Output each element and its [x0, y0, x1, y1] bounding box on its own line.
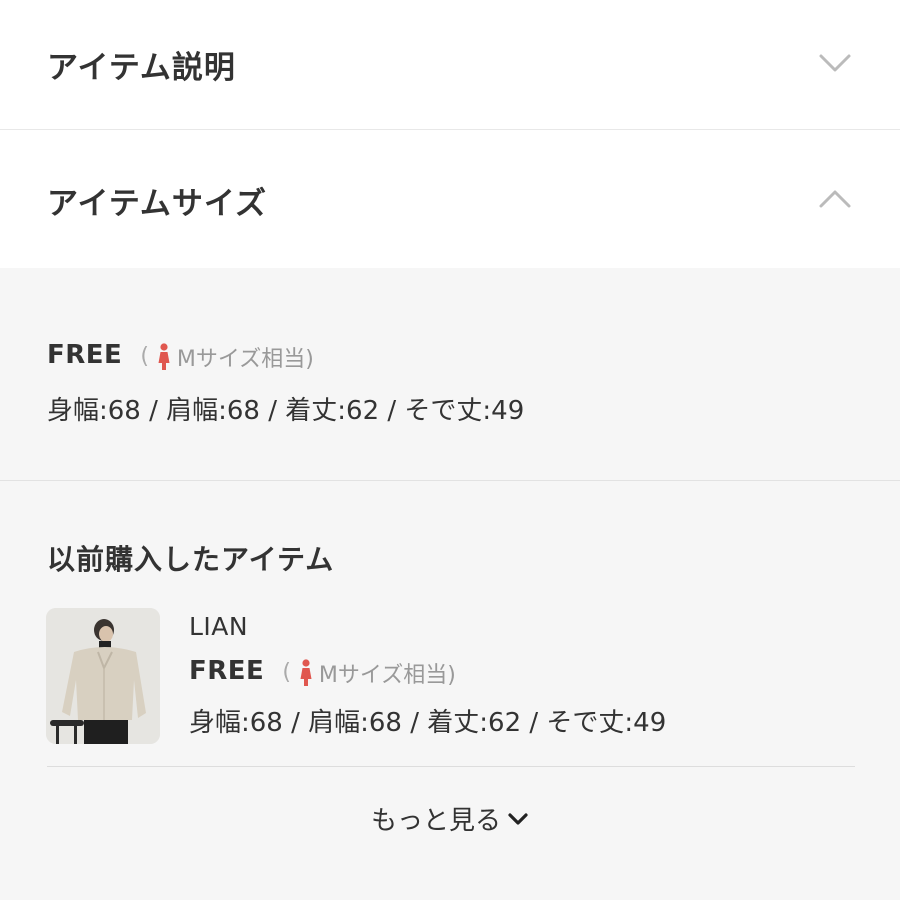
previous-size-equivalent: ( Mサイズ相当) — [282, 657, 456, 689]
previous-items-title: 以前購入したアイテム — [47, 543, 335, 576]
item-description-title: アイテム説明 — [47, 50, 236, 86]
equiv-open-paren: ( — [140, 344, 149, 369]
previous-size-equiv-text: Mサイズ相当) — [318, 662, 456, 688]
size-panel: FREE ( Mサイズ相当) 身幅:68 / 肩幅:68 / 着丈:62 / そ… — [0, 268, 900, 900]
size-equivalent: ( Mサイズ相当) — [140, 341, 314, 373]
size-equiv-text: Mサイズ相当) — [176, 346, 314, 372]
chevron-up-icon — [819, 190, 851, 208]
accordion-item-description[interactable]: アイテム説明 — [0, 0, 900, 130]
product-photo-image — [46, 608, 160, 744]
person-figure-icon — [158, 342, 170, 370]
size-measurements: 身幅:68 / 肩幅:68 / 着丈:62 / そで丈:49 — [47, 396, 525, 426]
chevron-down-icon — [819, 54, 851, 72]
previous-size-measurements: 身幅:68 / 肩幅:68 / 着丈:62 / そで丈:49 — [189, 708, 667, 738]
accordion-item-size[interactable]: アイテムサイズ — [0, 130, 900, 268]
product-brand: LIAN — [189, 612, 249, 641]
product-thumbnail[interactable] — [46, 608, 160, 744]
previous-size-label-row: FREE ( Mサイズ相当) — [189, 656, 456, 689]
divider — [47, 766, 855, 767]
size-name: FREE — [47, 340, 123, 370]
show-more-button[interactable]: もっと見る — [0, 800, 900, 837]
show-more-label: もっと見る — [370, 806, 501, 836]
previous-size-name: FREE — [189, 656, 265, 686]
equiv-open-paren: ( — [282, 660, 291, 685]
divider — [0, 480, 900, 481]
chevron-down-icon — [508, 812, 528, 825]
person-figure-icon — [300, 658, 312, 686]
item-size-title: アイテムサイズ — [47, 186, 267, 222]
size-label-row: FREE ( Mサイズ相当) — [47, 340, 314, 373]
